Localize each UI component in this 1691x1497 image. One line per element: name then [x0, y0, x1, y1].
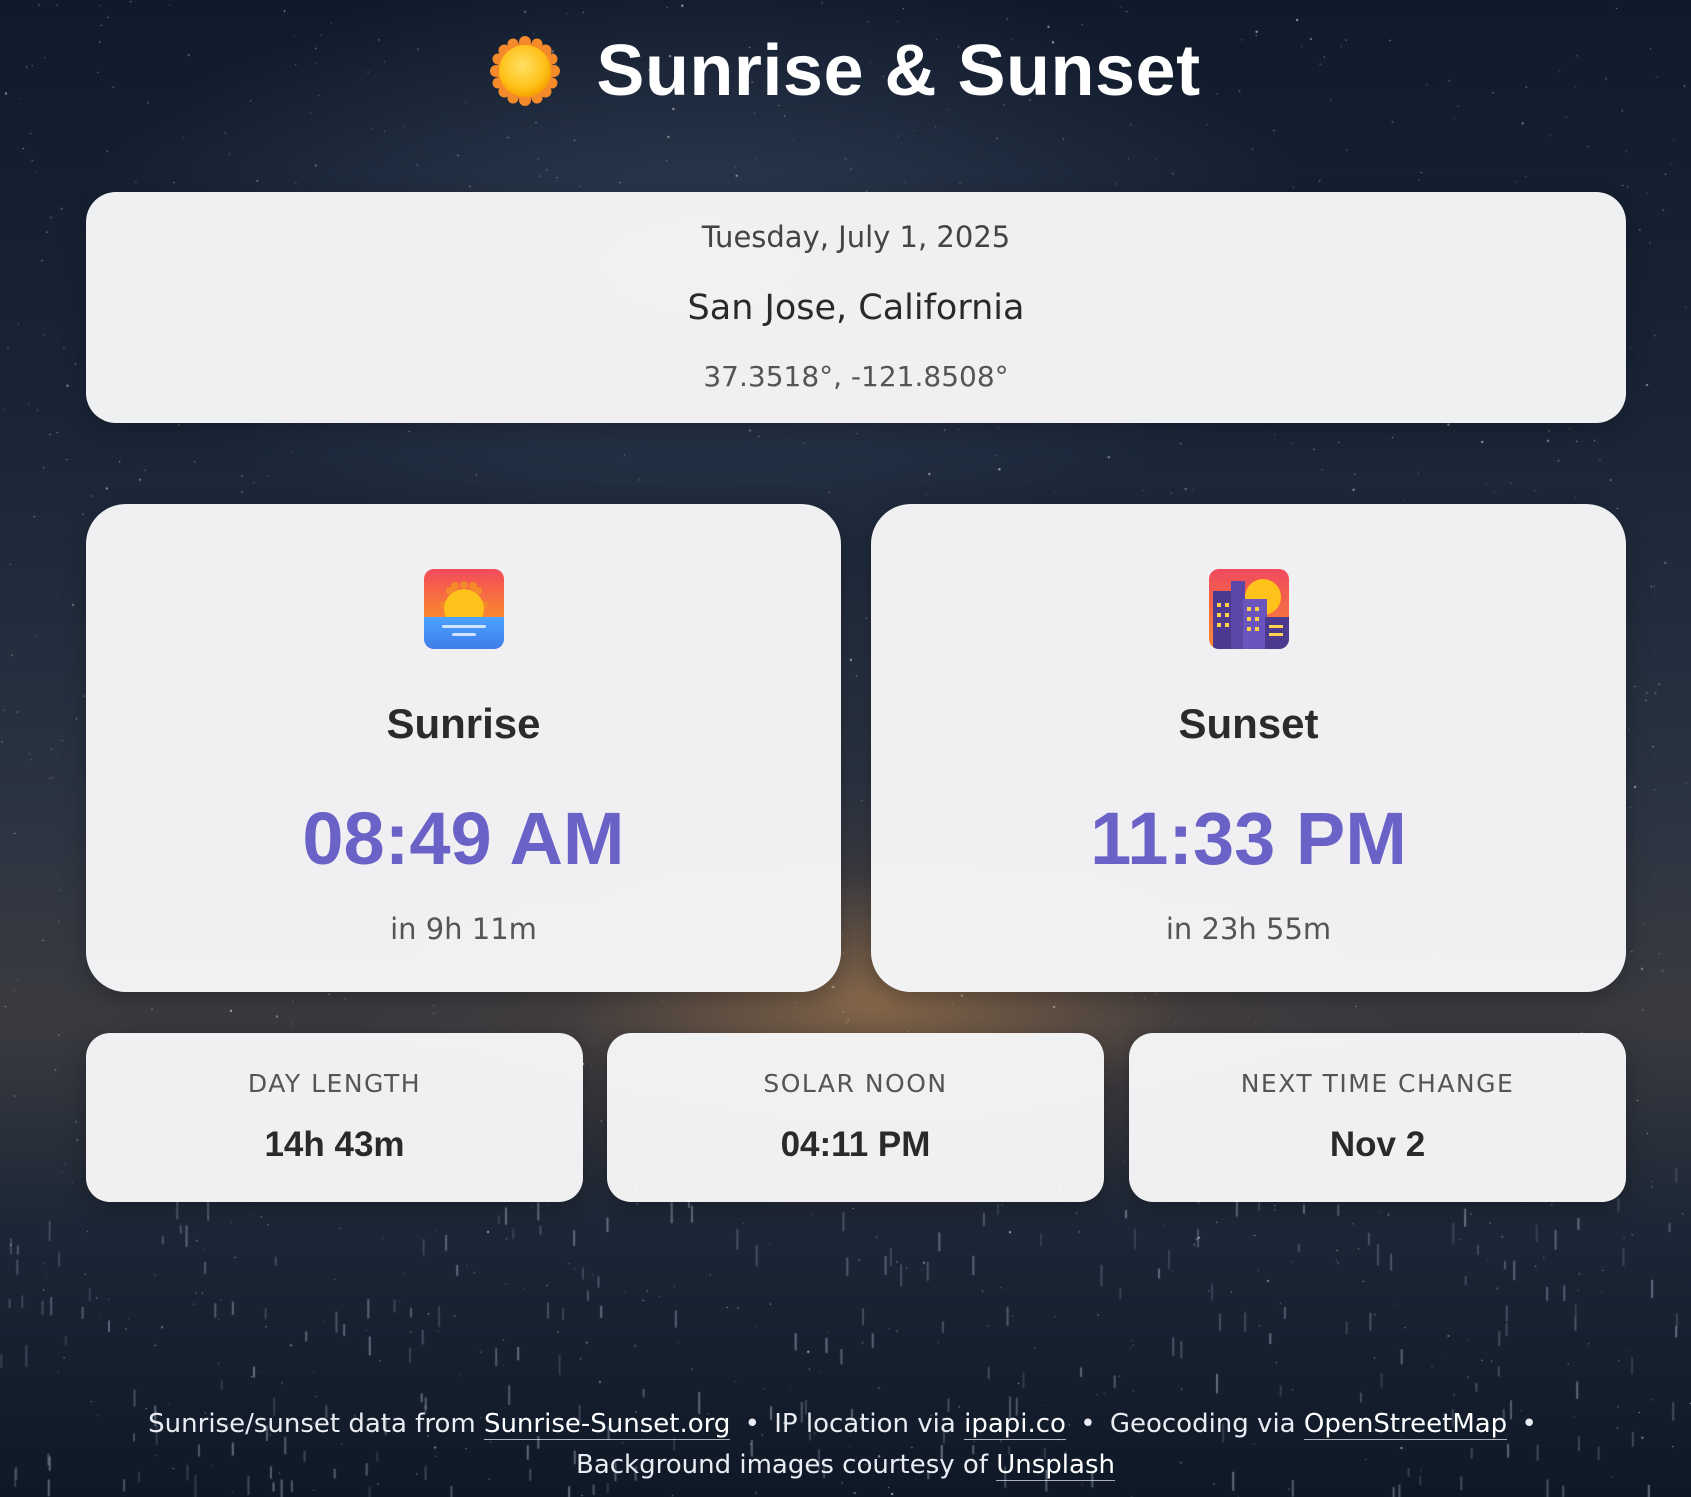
- footer-separator: •: [1521, 1409, 1537, 1439]
- solar-noon-card: SOLAR NOON 04:11 PM: [607, 1033, 1104, 1202]
- day-length-value: 14h 43m: [264, 1125, 405, 1164]
- next-time-change-value: Nov 2: [1329, 1125, 1426, 1164]
- sunset-label: Sunset: [1178, 700, 1319, 747]
- footer-text-ip: IP location via: [774, 1409, 965, 1439]
- footer-separator: •: [1080, 1409, 1096, 1439]
- day-length-card: DAY LENGTH 14h 43m: [86, 1033, 583, 1202]
- ipapi-link[interactable]: ipapi.co: [964, 1409, 1066, 1440]
- sunrise-countdown: in 9h 11m: [390, 912, 537, 946]
- sunset-time: 11:33 PM: [1090, 797, 1407, 880]
- sunset-card: Sunset 11:33 PM in 23h 55m: [871, 504, 1626, 992]
- sunrise-sunset-link[interactable]: Sunrise-Sunset.org: [483, 1409, 731, 1440]
- location-card: Tuesday, July 1, 2025 San Jose, Californ…: [86, 192, 1626, 423]
- next-time-change-label: NEXT TIME CHANGE: [1240, 1069, 1515, 1098]
- footer-credits: Sunrise/sunset data from Sunrise-Sunset.…: [90, 1404, 1601, 1486]
- page-title: Sunrise & Sunset: [596, 31, 1201, 111]
- location-name: San Jose, California: [687, 288, 1025, 328]
- sunrise-label: Sunrise: [386, 700, 541, 747]
- sunrise-icon: [424, 569, 504, 649]
- footer-text-data: Sunrise/sunset data from: [148, 1409, 484, 1439]
- solar-noon-label: SOLAR NOON: [763, 1069, 948, 1098]
- footer-separator: •: [744, 1409, 760, 1439]
- day-length-label: DAY LENGTH: [247, 1069, 422, 1098]
- sunrise-time: 08:49 AM: [302, 797, 625, 880]
- location-coordinates: 37.3518°, -121.8508°: [703, 360, 1009, 393]
- app-header: Sunrise & Sunset: [0, 26, 1691, 116]
- sunset-city-icon: [1209, 569, 1289, 649]
- footer-text-geocoding: Geocoding via: [1109, 1409, 1304, 1439]
- sunset-countdown: in 23h 55m: [1165, 912, 1332, 946]
- openstreetmap-link[interactable]: OpenStreetMap: [1303, 1409, 1508, 1440]
- unsplash-link[interactable]: Unsplash: [996, 1450, 1115, 1481]
- footer-text-images: Background images courtesy of: [575, 1450, 997, 1480]
- current-date: Tuesday, July 1, 2025: [701, 220, 1011, 254]
- sun-icon: [490, 36, 561, 106]
- next-time-change-card: NEXT TIME CHANGE Nov 2: [1129, 1033, 1626, 1202]
- sunrise-card: Sunrise 08:49 AM in 9h 11m: [86, 504, 841, 992]
- solar-noon-value: 04:11 PM: [780, 1125, 931, 1164]
